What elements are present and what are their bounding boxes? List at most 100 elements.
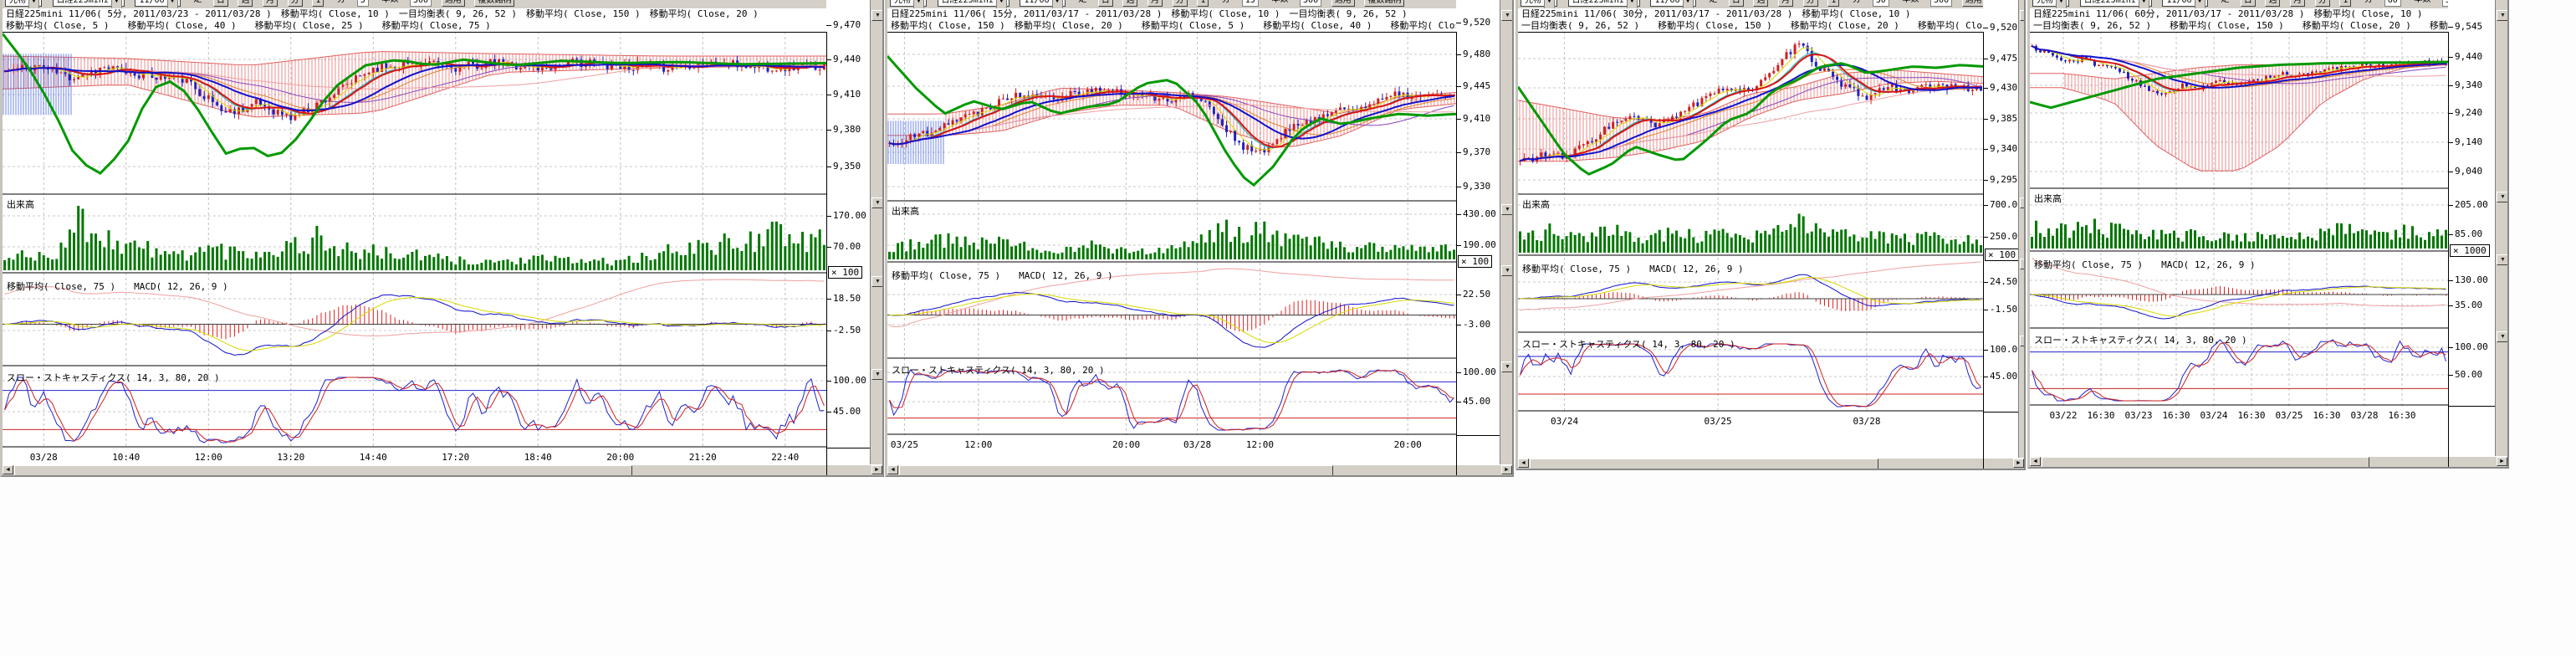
instrument-type-value: 先物	[894, 0, 911, 5]
period-week-button[interactable]: 週	[1122, 0, 1137, 7]
instrument-type-select[interactable]: 先物▼	[2032, 0, 2069, 7]
scroll-left-button[interactable]: ◄	[887, 465, 898, 474]
axis-scroll-down-button[interactable]: ▼	[2020, 259, 2026, 269]
horizontal-scrollbar[interactable]: ◄►	[3, 464, 882, 475]
minute-value-spinner[interactable]: 60	[2384, 0, 2401, 7]
minute-value-spinner[interactable]: 5	[357, 0, 369, 7]
horizontal-scrollbar[interactable]: ◄►	[887, 464, 1512, 475]
axis-value-label: 205.00	[2448, 199, 2488, 210]
axis-scroll-down-button[interactable]: ▼	[871, 197, 884, 208]
axis-scroll-down-button[interactable]: ▼	[871, 276, 884, 287]
scroll-left-button[interactable]: ◄	[1518, 459, 1529, 468]
axis-scroll-down-button[interactable]: ▼	[2497, 192, 2509, 202]
chart-window: 先物▼ 日経225mini▼ 11/06▼ 足 日 週 月 分 1 分 30 本…	[1515, 0, 2026, 470]
time-axis-label: 03/24	[1551, 416, 1578, 427]
macd-section-label: 移動平均( Close, 75 ) MACD( 12, 26, 9 )	[2034, 258, 2256, 271]
price-axis-line	[826, 32, 828, 477]
apply-button[interactable]: 適用	[1962, 0, 1986, 7]
axis-scroll-down-button[interactable]: ▼	[2497, 10, 2509, 21]
multi-symbol-button[interactable]: 複数銘柄	[474, 0, 514, 7]
bars-value-spinner[interactable]: 500	[1300, 0, 1321, 7]
horizontal-scrollbar[interactable]: ◄►	[2030, 456, 2507, 467]
minute-value-spinner[interactable]: 15	[1242, 0, 1259, 7]
chart-plot-area[interactable]	[3, 32, 826, 449]
scrollbar-thumb[interactable]	[1530, 459, 1878, 469]
period-tick-button[interactable]: 1	[1197, 0, 1209, 7]
axis-value-text: 130.00	[2455, 274, 2488, 285]
chart-plot-area[interactable]	[1518, 32, 1983, 413]
bars-value-spinner[interactable]: 500	[410, 0, 432, 7]
instrument-select[interactable]: 日経225mini▼	[53, 0, 125, 7]
period-month-button[interactable]: 月	[1147, 0, 1163, 7]
axis-value-label: 50.00	[2448, 369, 2482, 380]
scroll-right-button[interactable]: ►	[2497, 457, 2507, 466]
period-week-button[interactable]: 週	[238, 0, 253, 7]
axis-scroll-down-button[interactable]: ▼	[1501, 204, 1514, 215]
horizontal-scrollbar[interactable]: ◄►	[1518, 458, 2024, 469]
ashi-label: 足	[2219, 0, 2231, 7]
axis-scroll-down-button[interactable]: ▼	[1501, 361, 1514, 372]
axis-scroll-down-button[interactable]: ▼	[2020, 10, 2026, 21]
period-tick-button[interactable]: 1	[312, 0, 324, 7]
volume-multiplier-badge: × 100	[1985, 249, 2019, 261]
period-day-button[interactable]: 日	[1729, 0, 1744, 7]
axis-value-text: 430.00	[1463, 208, 1496, 219]
contract-select[interactable]: 11/06▼	[1650, 0, 1695, 7]
axis-scroll-down-button[interactable]: ▼	[1501, 10, 1514, 21]
axis-value-label: 170.00	[826, 210, 866, 221]
axis-scroll-down-button[interactable]: ▼	[2020, 336, 2026, 346]
contract-select[interactable]: 11/06▼	[135, 0, 180, 7]
period-month-button[interactable]: 月	[263, 0, 278, 7]
scroll-right-button[interactable]: ►	[1501, 465, 1512, 474]
contract-value: 11/06	[139, 0, 164, 5]
axis-scroll-down-button[interactable]: ▼	[1501, 265, 1514, 276]
apply-button[interactable]: 適用	[442, 0, 465, 7]
axis-scroll-down-button[interactable]: ▼	[2497, 254, 2509, 265]
minute-value-spinner[interactable]: 30	[1873, 0, 1889, 7]
scrollbar-thumb[interactable]	[2042, 457, 2369, 468]
scroll-right-button[interactable]: ►	[871, 465, 882, 474]
scroll-right-button[interactable]: ►	[2013, 459, 2024, 468]
axis-scroll-down-button[interactable]: ▼	[2497, 331, 2509, 342]
period-month-button[interactable]: 月	[2290, 0, 2305, 7]
multi-symbol-button[interactable]: 複数銘柄	[1364, 0, 1404, 7]
period-month-button[interactable]: 月	[1778, 0, 1793, 7]
instrument-type-select[interactable]: 先物▼	[1521, 0, 1557, 7]
scrollbar-thumb[interactable]	[14, 465, 632, 476]
period-minute-button[interactable]: 分	[2315, 0, 2330, 7]
period-week-button[interactable]: 週	[2265, 0, 2280, 7]
period-day-button[interactable]: 日	[1098, 0, 1113, 7]
instrument-type-value: 先物	[2037, 0, 2053, 5]
instrument-select[interactable]: 日経225mini▼	[938, 0, 1009, 7]
period-day-button[interactable]: 日	[2241, 0, 2256, 7]
time-axis-label: 16:30	[2313, 410, 2340, 421]
chart-plot-area[interactable]	[2030, 32, 2448, 407]
instrument-select[interactable]: 日経225mini▼	[2080, 0, 2152, 7]
axis-value-text: 9,520	[1990, 22, 2017, 33]
period-tick-button[interactable]: 1	[1827, 0, 1839, 7]
period-minute-button[interactable]: 分	[1803, 0, 1818, 7]
bars-value-spinner[interactable]: 500	[1930, 0, 1952, 7]
axis-value-text: 9,340	[2455, 79, 2482, 90]
apply-button[interactable]: 適用	[1331, 0, 1355, 7]
scrollbar-thumb[interactable]	[899, 465, 1333, 476]
scroll-left-button[interactable]: ◄	[2030, 457, 2041, 466]
period-week-button[interactable]: 週	[1753, 0, 1768, 7]
chart-workspace: 先物▼ 日経225mini▼ 11/06▼ 足 日 週 月 分 1 分 5 本数…	[0, 0, 2576, 656]
period-minute-button[interactable]: 分	[288, 0, 303, 7]
instrument-type-select[interactable]: 先物▼	[5, 0, 42, 7]
axis-scroll-down-button[interactable]: ▼	[871, 10, 884, 21]
axis-scroll-down-button[interactable]: ▼	[2020, 197, 2026, 208]
instrument-select[interactable]: 日経225mini▼	[1568, 0, 1640, 7]
period-tick-button[interactable]: 1	[2339, 0, 2351, 7]
scroll-left-button[interactable]: ◄	[3, 465, 13, 474]
contract-select[interactable]: 11/06▼	[2162, 0, 2207, 7]
axis-value-label: 9,440	[2448, 51, 2482, 62]
period-minute-button[interactable]: 分	[1173, 0, 1188, 7]
instrument-type-select[interactable]: 先物▼	[890, 0, 927, 7]
price-axis: × 100 9,4709,4409,4109,3809,350170.0070.…	[826, 0, 870, 475]
contract-select[interactable]: 11/06▼	[1020, 0, 1065, 7]
axis-value-label: 190.00	[1456, 239, 1496, 250]
axis-scroll-down-button[interactable]: ▼	[871, 369, 884, 380]
period-day-button[interactable]: 日	[213, 0, 228, 7]
